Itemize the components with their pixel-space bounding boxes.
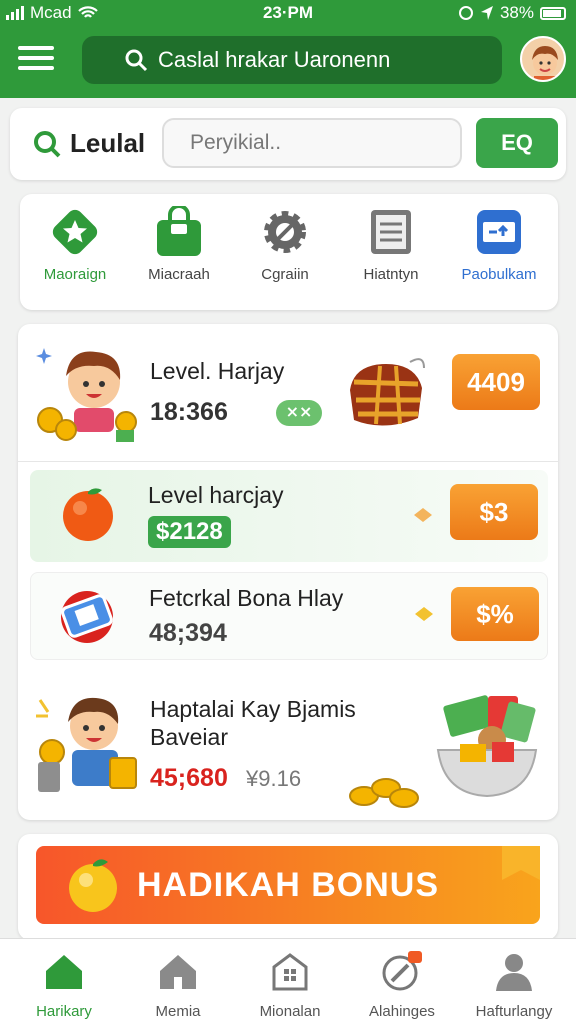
shopping-bag-icon xyxy=(153,206,205,258)
reward-row[interactable]: Haptalai Kay Bjamis Baveiar 45;680 ¥9.16 xyxy=(18,674,558,820)
search-icon xyxy=(125,49,148,72)
category-label: Cgraiin xyxy=(261,266,309,283)
search-button[interactable]: EQ xyxy=(476,118,558,168)
money-bowl-icon xyxy=(436,695,538,798)
header-search-bar[interactable]: Caslal hrakar Uaronenn xyxy=(82,36,502,84)
reward-title: Level. Harjay xyxy=(150,358,285,384)
nav-item-mionalan[interactable]: Mionalan xyxy=(240,949,340,1020)
header-search-text: Caslal hrakar Uaronenn xyxy=(158,47,391,72)
reward-claim-button[interactable]: $3 xyxy=(450,484,538,540)
reward-secondary-value: ¥9.16 xyxy=(246,766,302,791)
search-input[interactable]: Peryikial.. xyxy=(162,118,462,168)
battery-icon xyxy=(540,6,566,20)
nav-label: Hafturlangy xyxy=(475,1003,553,1020)
leaf-icon xyxy=(414,508,432,522)
reward-toggle[interactable]: ⨯⨯ xyxy=(276,400,322,426)
category-item[interactable]: Cgraiin xyxy=(230,206,340,283)
reward-row[interactable]: Fetcrkal Bona Hlay 48;394 $% xyxy=(30,572,548,660)
reward-row[interactable]: Level harcjay $2128 $3 xyxy=(30,470,548,562)
reward-title-line2: Baveiar xyxy=(150,724,228,750)
house-icon xyxy=(160,955,196,989)
category-row: Maoraign Miacraah Cgraiin Hiatntyn Paobu… xyxy=(20,194,558,310)
flag-badge-icon xyxy=(502,846,540,880)
nav-label: Alahinges xyxy=(369,1003,435,1020)
orange-fruit-icon xyxy=(63,488,113,541)
search-icon xyxy=(34,130,61,157)
wallet-arrow-icon xyxy=(473,206,525,258)
nav-item-profile[interactable]: Hafturlangy xyxy=(464,949,564,1020)
category-label: Paobulkam xyxy=(461,266,537,283)
category-label: Miacraah xyxy=(148,266,210,283)
reward-title-line1: Haptalai Kay Bjamis xyxy=(150,696,356,722)
category-item[interactable]: Maoraign xyxy=(20,206,130,283)
character-coins-icon xyxy=(36,348,137,442)
reward-title: Level harcjay xyxy=(148,482,284,508)
bonus-label: HADIKAH BONUS xyxy=(137,865,439,904)
reward-value: 48;394 xyxy=(149,619,227,647)
coin-pile-icon xyxy=(349,778,419,808)
brand-name: Leulal xyxy=(70,128,146,158)
nav-item-alahinges[interactable]: Alahinges xyxy=(352,949,452,1020)
nav-label: Harikary xyxy=(36,1003,92,1020)
character-gift-icon xyxy=(36,697,137,792)
building-icon xyxy=(272,953,308,991)
reward-value: 18:366 xyxy=(150,398,228,426)
nav-item-media[interactable]: Memia xyxy=(128,949,228,1020)
reward-claim-button[interactable]: 4409 xyxy=(452,354,540,410)
battery-percent: 38% xyxy=(499,3,534,22)
reward-row[interactable]: Level. Harjay 18:366 ⨯⨯ 4409 xyxy=(18,324,558,462)
person-icon xyxy=(496,954,532,991)
category-item[interactable]: Paobulkam xyxy=(444,206,554,283)
hamburger-menu-icon[interactable] xyxy=(18,46,54,74)
nav-label: Mionalan xyxy=(259,1003,321,1020)
home-icon xyxy=(46,955,82,989)
nav-item-home[interactable]: Harikary xyxy=(14,949,114,1020)
leaf-icon xyxy=(415,607,433,621)
category-label: Hiatntyn xyxy=(363,266,419,283)
app-header: Mcad 23·PM 38% Caslal hrakar Uaronenn xyxy=(0,0,576,98)
user-avatar[interactable] xyxy=(520,36,566,82)
reward-list: Level. Harjay 18:366 ⨯⨯ 4409 Level harcj… xyxy=(18,324,558,820)
bonus-card: HADIKAH BONUS xyxy=(18,834,558,940)
reward-value: 45;680 xyxy=(150,764,228,792)
document-list-icon xyxy=(365,206,417,258)
category-item[interactable]: Hiatntyn xyxy=(336,206,446,283)
reward-claim-button[interactable]: $% xyxy=(451,587,539,641)
gear-icon xyxy=(259,206,311,258)
category-item[interactable]: Miacraah xyxy=(124,206,234,283)
notification-badge-icon xyxy=(382,951,422,991)
star-badge-icon xyxy=(49,206,101,258)
status-bar: Mcad 23·PM 38% xyxy=(0,0,576,26)
reward-value: $2128 xyxy=(148,516,231,548)
alarm-icon xyxy=(458,6,473,20)
search-card: Leulal Peryikial.. EQ xyxy=(10,108,566,180)
brand-logo: Leulal xyxy=(32,128,145,159)
reward-title: Fetcrkal Bona Hlay xyxy=(149,585,344,611)
category-label: Maoraign xyxy=(43,266,107,283)
location-icon xyxy=(480,6,493,20)
avatar-icon xyxy=(532,46,558,80)
nav-label: Memia xyxy=(155,1003,201,1020)
bottom-nav: Harikary Memia Mionalan Alahinges Haftur… xyxy=(0,938,576,1024)
lemon-icon xyxy=(69,859,117,912)
ticket-card-icon xyxy=(61,591,113,643)
treasure-chest-icon xyxy=(350,358,425,426)
bonus-banner-button[interactable]: HADIKAH BONUS xyxy=(36,846,540,924)
